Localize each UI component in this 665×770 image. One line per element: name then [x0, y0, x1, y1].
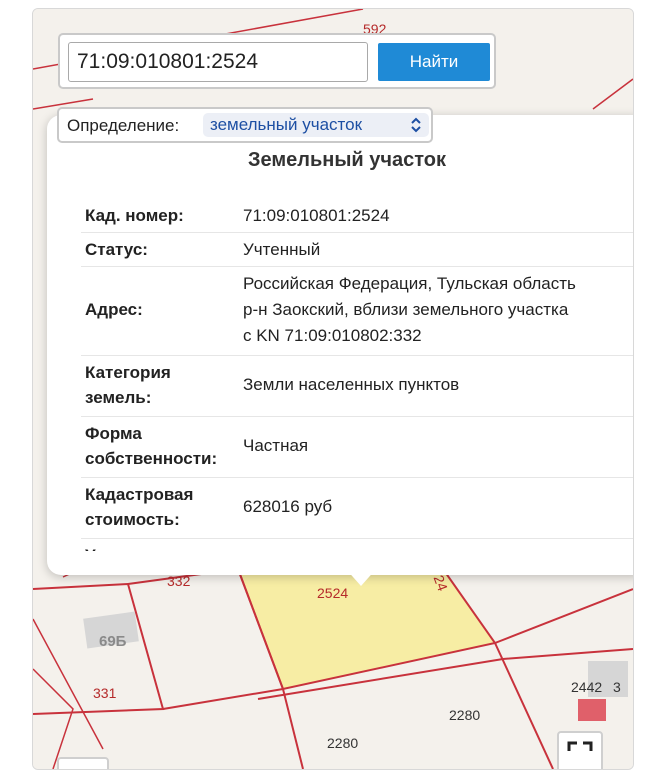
parcel-info-popup: Земельный участок Кад. номер: 71:09:0108…: [47, 115, 633, 575]
info-value: 628016 руб: [243, 497, 333, 516]
definition-select-value: земельный участок: [210, 115, 363, 134]
info-row-cadastral-cost: Кадастровая стоимость: 628016 руб: [81, 478, 633, 539]
address-line: р-н Заокский, вблизи земельного участка: [243, 300, 569, 319]
map-frame: 332 2524 24 69Б 331 2442 3 2280 2280 592…: [32, 8, 634, 770]
info-value: Российская Федерация, Тульская область р…: [243, 271, 633, 349]
popup-title: Земельный участок: [247, 149, 447, 171]
info-label: Статус:: [85, 240, 148, 259]
find-button[interactable]: Найти: [378, 43, 490, 81]
info-row-refined: Уточненная: [81, 539, 633, 551]
info-label: Кадастровая стоимость:: [85, 482, 241, 532]
info-label: Кад. номер:: [85, 206, 184, 225]
info-label-line: Форма: [85, 424, 142, 443]
map-control-button[interactable]: [57, 757, 109, 769]
info-label-line: Кадастровая: [85, 485, 194, 504]
address-line: с KN 71:09:010802:332: [243, 326, 422, 345]
search-bar: Найти: [58, 33, 496, 89]
fullscreen-button[interactable]: [557, 731, 603, 769]
info-value: Учтенный: [243, 240, 321, 259]
parcel-label-2442: 2442: [571, 679, 603, 695]
definition-selector: Определение: земельный участок: [57, 107, 433, 143]
info-label-line: стоимость:: [85, 510, 180, 529]
info-value: 71:09:010801:2524: [243, 206, 390, 225]
info-label-line: земель:: [85, 388, 152, 407]
cadastral-number-input[interactable]: [68, 42, 368, 82]
parcel-label-69b: 69Б: [99, 633, 127, 650]
parcel-label-3: 3: [613, 679, 621, 695]
info-row-ownership: Форма собственности: Частная: [81, 417, 633, 478]
popup-pointer: [345, 568, 377, 586]
fullscreen-icon: [567, 741, 593, 751]
info-label: Адрес:: [85, 300, 143, 319]
parcel-info-table: Кад. номер: 71:09:010801:2524 Статус: Уч…: [81, 199, 633, 551]
info-row-status: Статус: Учтенный: [81, 233, 633, 267]
info-label: Уточненная: [85, 543, 241, 551]
info-row-cadastral-number: Кад. номер: 71:09:010801:2524: [81, 199, 633, 233]
highlight-building: [578, 699, 606, 721]
info-label-line: Категория: [85, 363, 171, 382]
info-row-land-category: Категория земель: Земли населенных пункт…: [81, 356, 633, 417]
info-value: Частная: [243, 436, 309, 455]
parcel-label-331: 331: [93, 685, 117, 701]
definition-select[interactable]: земельный участок: [203, 113, 429, 137]
info-value: Земли населенных пунктов: [243, 375, 460, 394]
info-row-address: Адрес: Российская Федерация, Тульская об…: [81, 267, 633, 356]
parcel-label-2524: 2524: [317, 585, 349, 601]
parcel-label-332: 332: [167, 573, 191, 589]
info-label: Категория земель:: [85, 360, 241, 410]
info-label-line: собственности:: [85, 449, 218, 468]
chevron-up-down-icon: [411, 117, 421, 133]
parcel-label-2280-left: 2280: [327, 735, 359, 751]
address-line: Российская Федерация, Тульская область: [243, 274, 576, 293]
definition-label: Определение:: [67, 116, 180, 135]
info-label: Форма собственности:: [85, 421, 241, 471]
parcel-label-2280-right: 2280: [449, 707, 481, 723]
